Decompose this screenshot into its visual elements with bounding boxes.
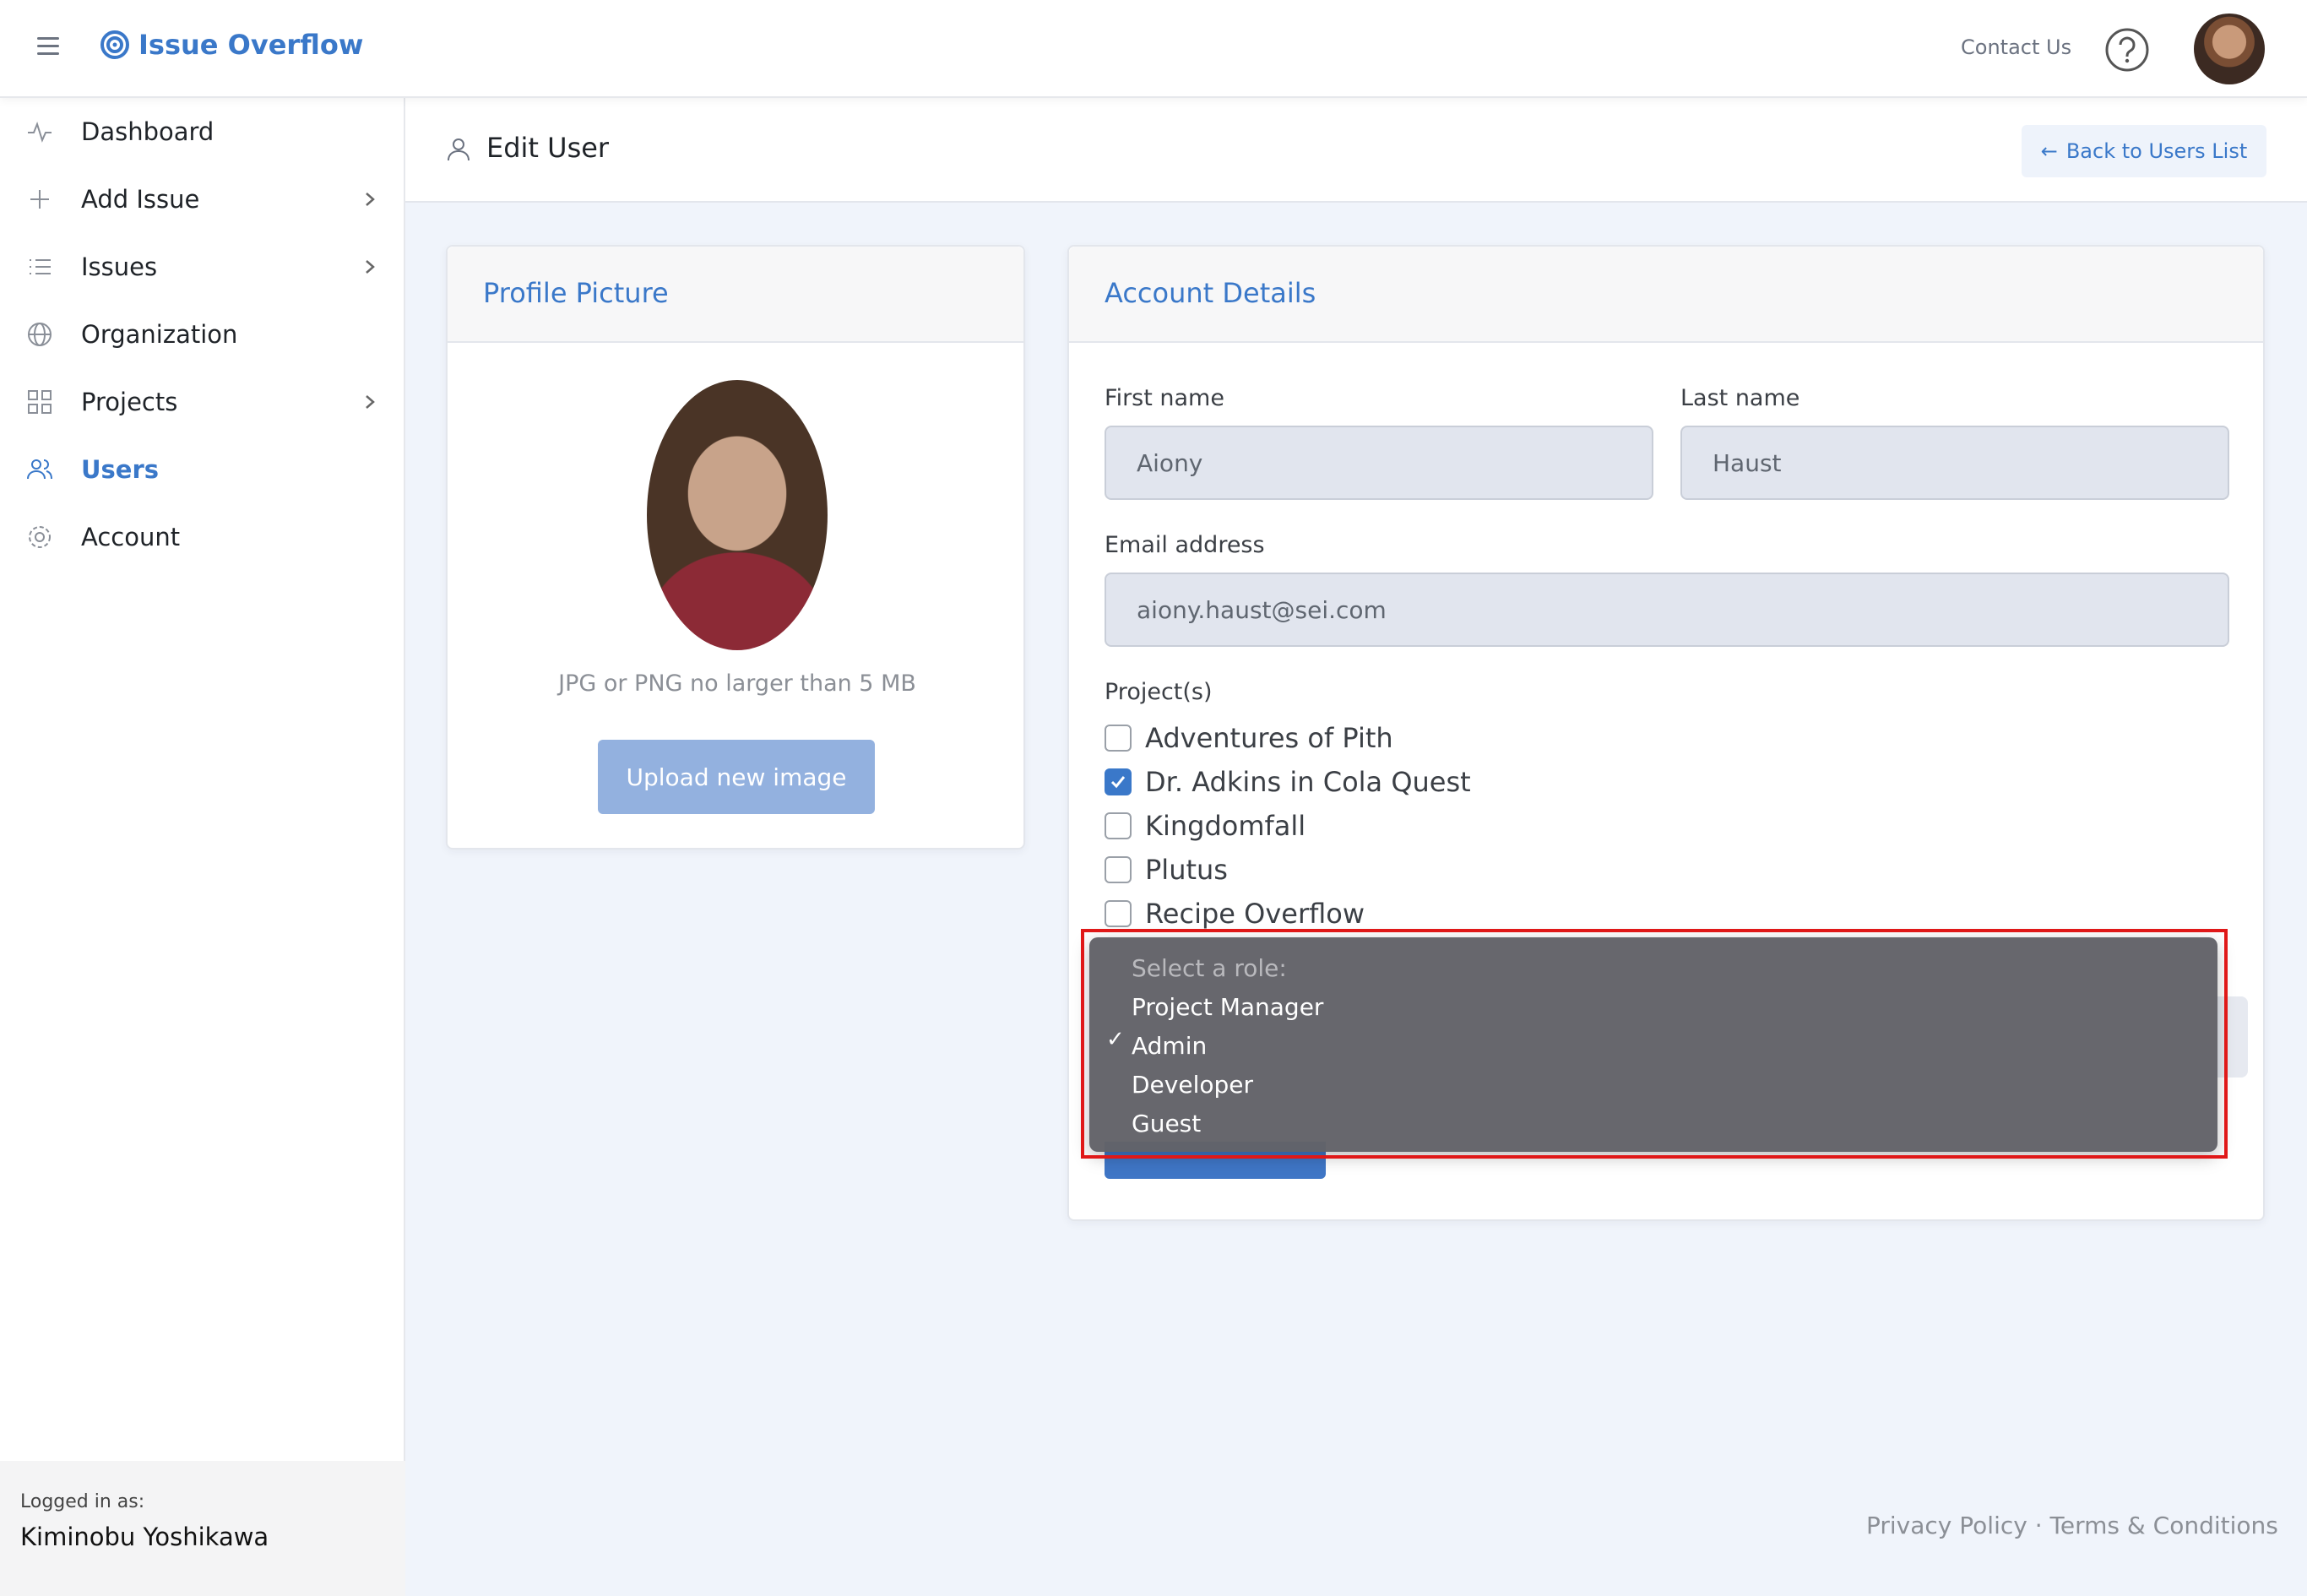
upload-note: JPG or PNG no larger than 5 MB: [558, 670, 916, 697]
logged-in-user-name: Kiminobu Yoshikawa: [20, 1523, 269, 1551]
privacy-policy-link[interactable]: Privacy Policy: [1866, 1512, 2027, 1539]
checkbox-label: Dr. Adkins in Cola Quest: [1145, 766, 1471, 798]
card-header: Account Details: [1069, 247, 2263, 343]
back-button-label: Back to Users List: [2065, 139, 2248, 163]
checkbox-label: Adventures of Pith: [1145, 722, 1393, 754]
page-header: Edit User ← Back to Users List: [405, 98, 2307, 203]
sidebar-item-label: Add Issue: [81, 185, 200, 214]
spiral-logo-icon: [100, 30, 129, 59]
project-checkbox-kingdomfall[interactable]: Kingdomfall: [1105, 807, 1305, 844]
sidebar-item-label: Dashboard: [81, 117, 214, 146]
chevron-right-icon: [366, 193, 375, 206]
plus-icon: [30, 190, 49, 209]
checkbox[interactable]: [1105, 768, 1132, 795]
checkbox[interactable]: [1105, 812, 1132, 839]
checkbox[interactable]: [1105, 725, 1132, 752]
terms-link[interactable]: Terms & Conditions: [2050, 1512, 2278, 1539]
sidebar-item-label: Users: [81, 455, 160, 484]
users-icon: [27, 459, 52, 480]
card-header: Profile Picture: [448, 247, 1023, 343]
role-dropdown-header: Select a role:: [1132, 954, 1287, 982]
sidebar-item-users[interactable]: Users: [0, 436, 405, 503]
role-option-project-manager[interactable]: Project Manager: [1132, 990, 1323, 1025]
project-checkbox-recipe-overflow[interactable]: Recipe Overflow: [1105, 895, 1365, 932]
contact-us-link[interactable]: Contact Us: [1961, 35, 2071, 59]
email-field[interactable]: aiony.haust@sei.com: [1105, 573, 2229, 647]
brand-name: Issue Overflow: [138, 29, 364, 61]
project-checkbox-adventures-of-pith[interactable]: Adventures of Pith: [1105, 719, 1393, 757]
checkbox-label: Plutus: [1145, 854, 1228, 886]
sidebar-item-projects[interactable]: Projects: [0, 368, 405, 436]
projects-label: Project(s): [1105, 679, 1213, 705]
brand-logo[interactable]: Issue Overflow: [100, 29, 363, 61]
checkbox-label: Recipe Overflow: [1145, 898, 1365, 930]
arrow-left-icon: ←: [2040, 139, 2058, 163]
sidebar-item-account[interactable]: Account: [0, 503, 405, 571]
sidebar-item-dashboard[interactable]: Dashboard: [0, 98, 405, 166]
menu-icon[interactable]: [37, 37, 62, 61]
sidebar-item-organization[interactable]: Organization: [0, 301, 405, 368]
sidebar-item-label: Organization: [81, 320, 238, 349]
chevron-right-icon: [366, 395, 375, 409]
page-title: Edit User: [486, 132, 610, 164]
checkbox-label: Kingdomfall: [1145, 810, 1306, 842]
list-icon: [30, 259, 51, 274]
profile-picture-card: Profile Picture JPG or PNG no larger tha…: [446, 245, 1025, 850]
globe-icon: [28, 323, 52, 346]
first-name-label: First name: [1105, 385, 1224, 411]
back-to-users-button[interactable]: ← Back to Users List: [2022, 125, 2266, 177]
gear-icon: [29, 526, 51, 548]
checkmark-icon: [1110, 776, 1126, 789]
sidebar-footer: Logged in as: Kiminobu Yoshikawa: [0, 1461, 405, 1596]
profile-picture: [647, 380, 828, 650]
sidebar-item-label: Account: [81, 523, 181, 551]
top-bar: Issue Overflow Contact Us: [0, 0, 2307, 98]
sidebar-item-label: Issues: [81, 252, 158, 281]
sidebar-item-issues[interactable]: Issues: [0, 233, 405, 301]
email-label: Email address: [1105, 532, 1265, 558]
card-title: Profile Picture: [483, 277, 669, 309]
role-option-admin[interactable]: Admin: [1132, 1029, 1207, 1064]
last-name-field[interactable]: Haust: [1680, 426, 2229, 500]
project-checkbox-plutus[interactable]: Plutus: [1105, 851, 1228, 888]
last-name-label: Last name: [1680, 385, 1800, 411]
user-icon: [448, 138, 470, 161]
checkbox[interactable]: [1105, 900, 1132, 927]
checkmark-icon: ✓: [1106, 1027, 1125, 1052]
sidebar-item-label: Projects: [81, 388, 178, 416]
checkbox[interactable]: [1105, 856, 1132, 883]
footer-separator: ·: [2034, 1512, 2043, 1539]
help-icon[interactable]: [2104, 27, 2150, 73]
sidebar-item-add-issue[interactable]: Add Issue: [0, 166, 405, 233]
chevron-right-icon: [366, 260, 375, 274]
role-option-guest[interactable]: Guest: [1132, 1106, 1201, 1142]
role-option-developer[interactable]: Developer: [1132, 1067, 1253, 1103]
footer-links: Privacy Policy · Terms & Conditions: [1866, 1512, 2278, 1539]
project-checkbox-dr-adkins[interactable]: Dr. Adkins in Cola Quest: [1105, 763, 1471, 801]
upload-image-button[interactable]: Upload new image: [598, 740, 875, 814]
activity-icon: [28, 122, 52, 143]
grid-icon: [28, 390, 52, 414]
sidebar: Dashboard Add Issue Issues Organization …: [0, 98, 405, 1596]
first-name-field[interactable]: Aiony: [1105, 426, 1653, 500]
user-avatar[interactable]: [2194, 14, 2265, 84]
logged-in-label: Logged in as:: [20, 1491, 145, 1512]
card-title: Account Details: [1105, 277, 1316, 309]
role-dropdown-menu: Select a role: Project Manager ✓ Admin D…: [1089, 937, 2217, 1152]
